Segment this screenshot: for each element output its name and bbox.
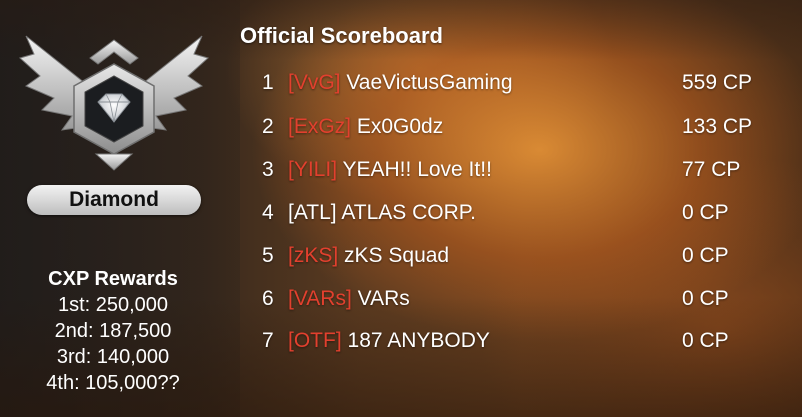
rank-number: 2 — [262, 115, 274, 138]
team-name: [OTF] 187 ANYBODY — [288, 326, 490, 356]
team-name: [YILI] YEAH!! Love It!! — [288, 155, 492, 185]
clan-name: ATLAS CORP. — [341, 201, 476, 224]
clan-name: VaeVictusGaming — [346, 71, 513, 94]
clan-tag: [OTF] — [288, 329, 342, 352]
team-name: [VARs] VARs — [288, 284, 410, 314]
rank-number: 6 — [262, 287, 274, 310]
clan-score: 559 CP — [682, 71, 753, 94]
clan-tag: [zKS] — [288, 244, 339, 267]
rank-number: 7 — [262, 329, 274, 352]
reward-line-4th: 4th: 105,000?? — [46, 372, 180, 394]
clan-tag: [VARs] — [288, 287, 352, 310]
rank-number: 3 — [262, 158, 274, 181]
scoreboard-title: Official Scoreboard — [240, 23, 443, 48]
scoreboard-row: 7 [OTF] 187 ANYBODY 0 CP — [0, 326, 802, 356]
clan-score: 0 CP — [682, 201, 729, 224]
rank-number: 1 — [262, 71, 274, 94]
team-name: [VvG] VaeVictusGaming — [288, 68, 513, 98]
scoreboard-row: 3 [YILI] YEAH!! Love It!! 77 CP — [0, 155, 802, 185]
clan-tag: [ATL] — [288, 201, 337, 224]
clan-tag: [ExGz] — [288, 115, 352, 138]
clan-name: VARs — [357, 287, 410, 310]
scoreboard-row: 4 [ATL] ATLAS CORP. 0 CP — [0, 198, 802, 228]
scoreboard-row: 2 [ExGz] Ex0G0dz 133 CP — [0, 112, 802, 142]
clan-name: YEAH!! Love It!! — [342, 158, 492, 181]
clan-score: 133 CP — [682, 115, 753, 138]
clan-name: 187 ANYBODY — [347, 329, 490, 352]
rank-number: 4 — [262, 201, 274, 224]
clan-tag: [YILI] — [288, 158, 338, 181]
scoreboard-row: 5 [zKS] zKS Squad 0 CP — [0, 241, 802, 271]
clan-score: 0 CP — [682, 287, 729, 310]
scoreboard-row: 6 [VARs] VARs 0 CP — [0, 284, 802, 314]
clan-score: 0 CP — [682, 244, 729, 267]
clan-tag: [VvG] — [288, 71, 341, 94]
clan-name: zKS Squad — [344, 244, 450, 267]
clan-score: 0 CP — [682, 329, 729, 352]
clan-name: Ex0G0dz — [356, 115, 444, 138]
clan-score: 77 CP — [682, 158, 741, 181]
team-name: [zKS] zKS Squad — [288, 241, 449, 271]
team-name: [ExGz] Ex0G0dz — [288, 112, 443, 142]
scoreboard-row: 1 [VvG] VaeVictusGaming 559 CP — [0, 68, 802, 98]
team-name: [ATL] ATLAS CORP. — [288, 198, 476, 228]
rank-number: 5 — [262, 244, 274, 267]
